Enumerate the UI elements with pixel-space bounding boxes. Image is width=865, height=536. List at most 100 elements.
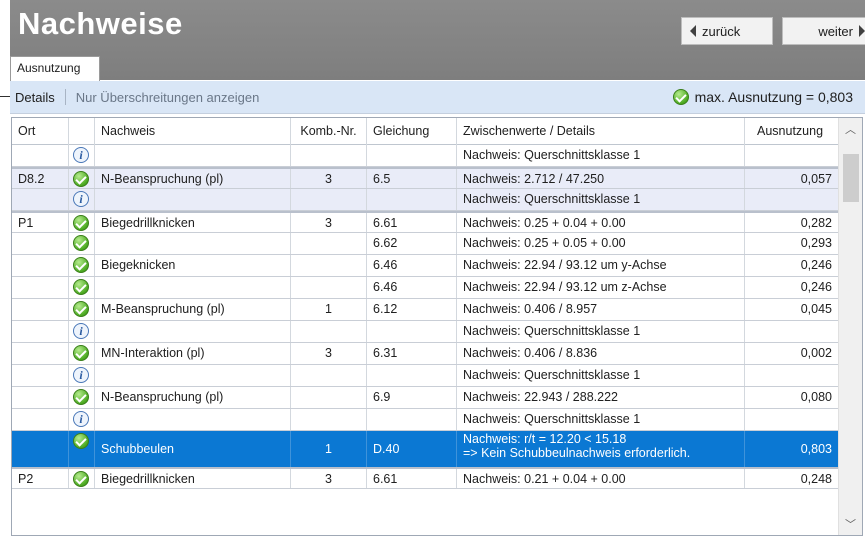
- column-header-nachweis[interactable]: Nachweis: [95, 118, 291, 145]
- details-line: Nachweis: Querschnittsklasse 1: [463, 412, 641, 426]
- check-icon: [73, 171, 89, 187]
- table-row[interactable]: P1 Biegedrillknicken 3 6.61 Nachweis: 0.25 +…: [12, 211, 838, 233]
- cell-ausnutzung: 0,282: [800, 216, 832, 230]
- cell-status: [69, 213, 95, 232]
- cell-komb: 3: [291, 213, 367, 232]
- max-utilization-label: max. Ausnutzung = 0,803: [694, 89, 853, 105]
- cell-ort: [12, 409, 69, 430]
- tab-ausnutzung[interactable]: Ausnutzung: [10, 56, 100, 81]
- cell-ort: D8.2: [12, 169, 69, 188]
- results-table: Ort Nachweis Komb.-Nr. Gleichung Zwische…: [11, 117, 863, 536]
- cell-komb: 3: [291, 469, 367, 488]
- table-row[interactable]: i Nachweis: Querschnittsklasse 1: [12, 321, 838, 343]
- cell-gleichung: 6.62: [367, 233, 457, 254]
- cell-status: [69, 255, 95, 276]
- cell-komb: [291, 409, 367, 430]
- cell-zwischenwerte: Nachweis: 0.25 + 0.05 + 0.00: [457, 233, 745, 254]
- toolbar-divider: [64, 89, 66, 105]
- column-header-gleichung[interactable]: Gleichung: [367, 118, 457, 145]
- next-button[interactable]: weiter: [782, 17, 865, 45]
- scroll-down-icon[interactable]: ﹀: [839, 515, 862, 533]
- cell-zwischenwerte: Nachweis: 0.406 / 8.957: [457, 299, 745, 320]
- cell-gleichung: [367, 145, 457, 166]
- cell-gleichung: 6.5: [367, 169, 457, 188]
- details-line: Nachweis: 2.712 / 47.250: [463, 172, 605, 186]
- vertical-scrollbar[interactable]: ︿ ﹀: [838, 118, 862, 535]
- cell-ausnutzung: 0,293: [800, 236, 832, 250]
- cell-ausnutzung: [745, 409, 838, 430]
- details-line: Nachweis: Querschnittsklasse 1: [463, 324, 641, 338]
- cell-komb: [291, 277, 367, 298]
- cell-zwischenwerte: Nachweis: 0.406 / 8.836: [457, 343, 745, 364]
- cell-zwischenwerte: Nachweis: 22.94 / 93.12 um z-Achse: [457, 277, 745, 298]
- cell-gleichung: [367, 409, 457, 430]
- cell-status: i: [69, 145, 95, 166]
- table-row[interactable]: 6.62 Nachweis: 0.25 + 0.05 + 0.00 0,293: [12, 233, 838, 255]
- column-header-komb[interactable]: Komb.-Nr.: [291, 118, 367, 145]
- scroll-up-icon[interactable]: ︿: [839, 120, 862, 138]
- cell-nachweis: N-Beanspruchung (pl): [95, 387, 291, 408]
- cell-zwischenwerte: Nachweis: 2.712 / 47.250: [457, 169, 745, 188]
- cell-zwischenwerte: Nachweis: Querschnittsklasse 1: [457, 145, 745, 166]
- cell-ausnutzung: [745, 365, 838, 386]
- table-row[interactable]: 6.46 Nachweis: 22.94 / 93.12 um z-Achse 0,…: [12, 277, 838, 299]
- table-row[interactable]: i Nachweis: Querschnittsklasse 1: [12, 409, 838, 431]
- table-row[interactable]: i Nachweis: Querschnittsklasse 1: [12, 365, 838, 387]
- scroll-thumb[interactable]: [843, 154, 859, 202]
- cell-ausnutzung: 0,246: [800, 280, 832, 294]
- cell-nachweis: [95, 189, 291, 210]
- cell-ort: [12, 189, 69, 210]
- table-row[interactable]: Biegeknicken 6.46 Nachweis: 22.94 / 93.12 …: [12, 255, 838, 277]
- column-header-ort[interactable]: Ort: [12, 118, 69, 145]
- only-exceedances-toggle[interactable]: Nur Überschreitungen anzeigen: [76, 90, 260, 105]
- cell-nachweis: Biegedrillknicken: [95, 469, 291, 488]
- cell-ort: [12, 343, 69, 364]
- cell-komb: [291, 255, 367, 276]
- cell-komb: 3: [291, 343, 367, 364]
- cell-komb: 1: [291, 431, 367, 467]
- cell-ausnutzung: [745, 189, 838, 210]
- max-utilization: max. Ausnutzung = 0,803: [672, 89, 853, 105]
- back-button[interactable]: zurück: [681, 17, 773, 45]
- cell-ausnutzung: 0,246: [800, 258, 832, 272]
- table-row[interactable]: Schubbeulen 1 D.40 Nachweis: r/t = 12.20 < …: [12, 431, 838, 467]
- cell-komb: 3: [291, 169, 367, 188]
- arrow-right-icon: [859, 25, 865, 37]
- cell-zwischenwerte: Nachweis: Querschnittsklasse 1: [457, 189, 745, 210]
- column-header-status[interactable]: [69, 118, 95, 145]
- table-row[interactable]: N-Beanspruchung (pl) 6.9 Nachweis: 22.943 …: [12, 387, 838, 409]
- cell-nachweis: Biegeknicken: [95, 255, 291, 276]
- check-icon: [73, 257, 89, 273]
- table-row[interactable]: D8.2 N-Beanspruchung (pl) 3 6.5 Nachweis: 2.…: [12, 167, 838, 189]
- table-row[interactable]: MN-Interaktion (pl) 3 6.31 Nachweis: 0.406 …: [12, 343, 838, 365]
- details-line: Nachweis: Querschnittsklasse 1: [463, 368, 641, 382]
- table-row[interactable]: M-Beanspruchung (pl) 1 6.12 Nachweis: 0.406…: [12, 299, 838, 321]
- back-button-label: zurück: [702, 23, 741, 39]
- check-icon: [73, 301, 89, 317]
- cell-gleichung: [367, 365, 457, 386]
- table-row[interactable]: i Nachweis: Querschnittsklasse 1: [12, 189, 838, 211]
- cell-ausnutzung: 0,803: [800, 442, 832, 456]
- details-line: Nachweis: 0.406 / 8.957: [463, 302, 598, 316]
- cell-gleichung: 6.46: [367, 255, 457, 276]
- cell-ort: [12, 299, 69, 320]
- cell-komb: [291, 189, 367, 210]
- info-icon: i: [73, 191, 89, 207]
- cell-nachweis: Schubbeulen: [95, 431, 291, 467]
- column-header-zwischenwerte[interactable]: Zwischenwerte / Details: [457, 118, 745, 145]
- cell-ausnutzung: 0,248: [800, 472, 832, 486]
- table-row[interactable]: P2 Biegedrillknicken 3 6.61 Nachweis: 0.21 +…: [12, 467, 838, 489]
- cell-nachweis: Biegedrillknicken: [95, 213, 291, 232]
- check-icon: [73, 345, 89, 361]
- cell-ort: [12, 277, 69, 298]
- cell-status: [69, 299, 95, 320]
- table-row[interactable]: i Nachweis: Querschnittsklasse 1: [12, 145, 838, 167]
- details-button[interactable]: Details: [15, 90, 55, 105]
- details-line: => Kein Schubbeulnachweis erforderlich.: [463, 446, 691, 460]
- cell-nachweis: N-Beanspruchung (pl): [95, 169, 291, 188]
- cell-nachweis: [95, 409, 291, 430]
- cell-status: [69, 169, 95, 188]
- cell-ausnutzung: 0,045: [800, 302, 832, 316]
- cell-gleichung: D.40: [367, 431, 457, 467]
- column-header-ausnutzung[interactable]: Ausnutzung: [745, 118, 838, 145]
